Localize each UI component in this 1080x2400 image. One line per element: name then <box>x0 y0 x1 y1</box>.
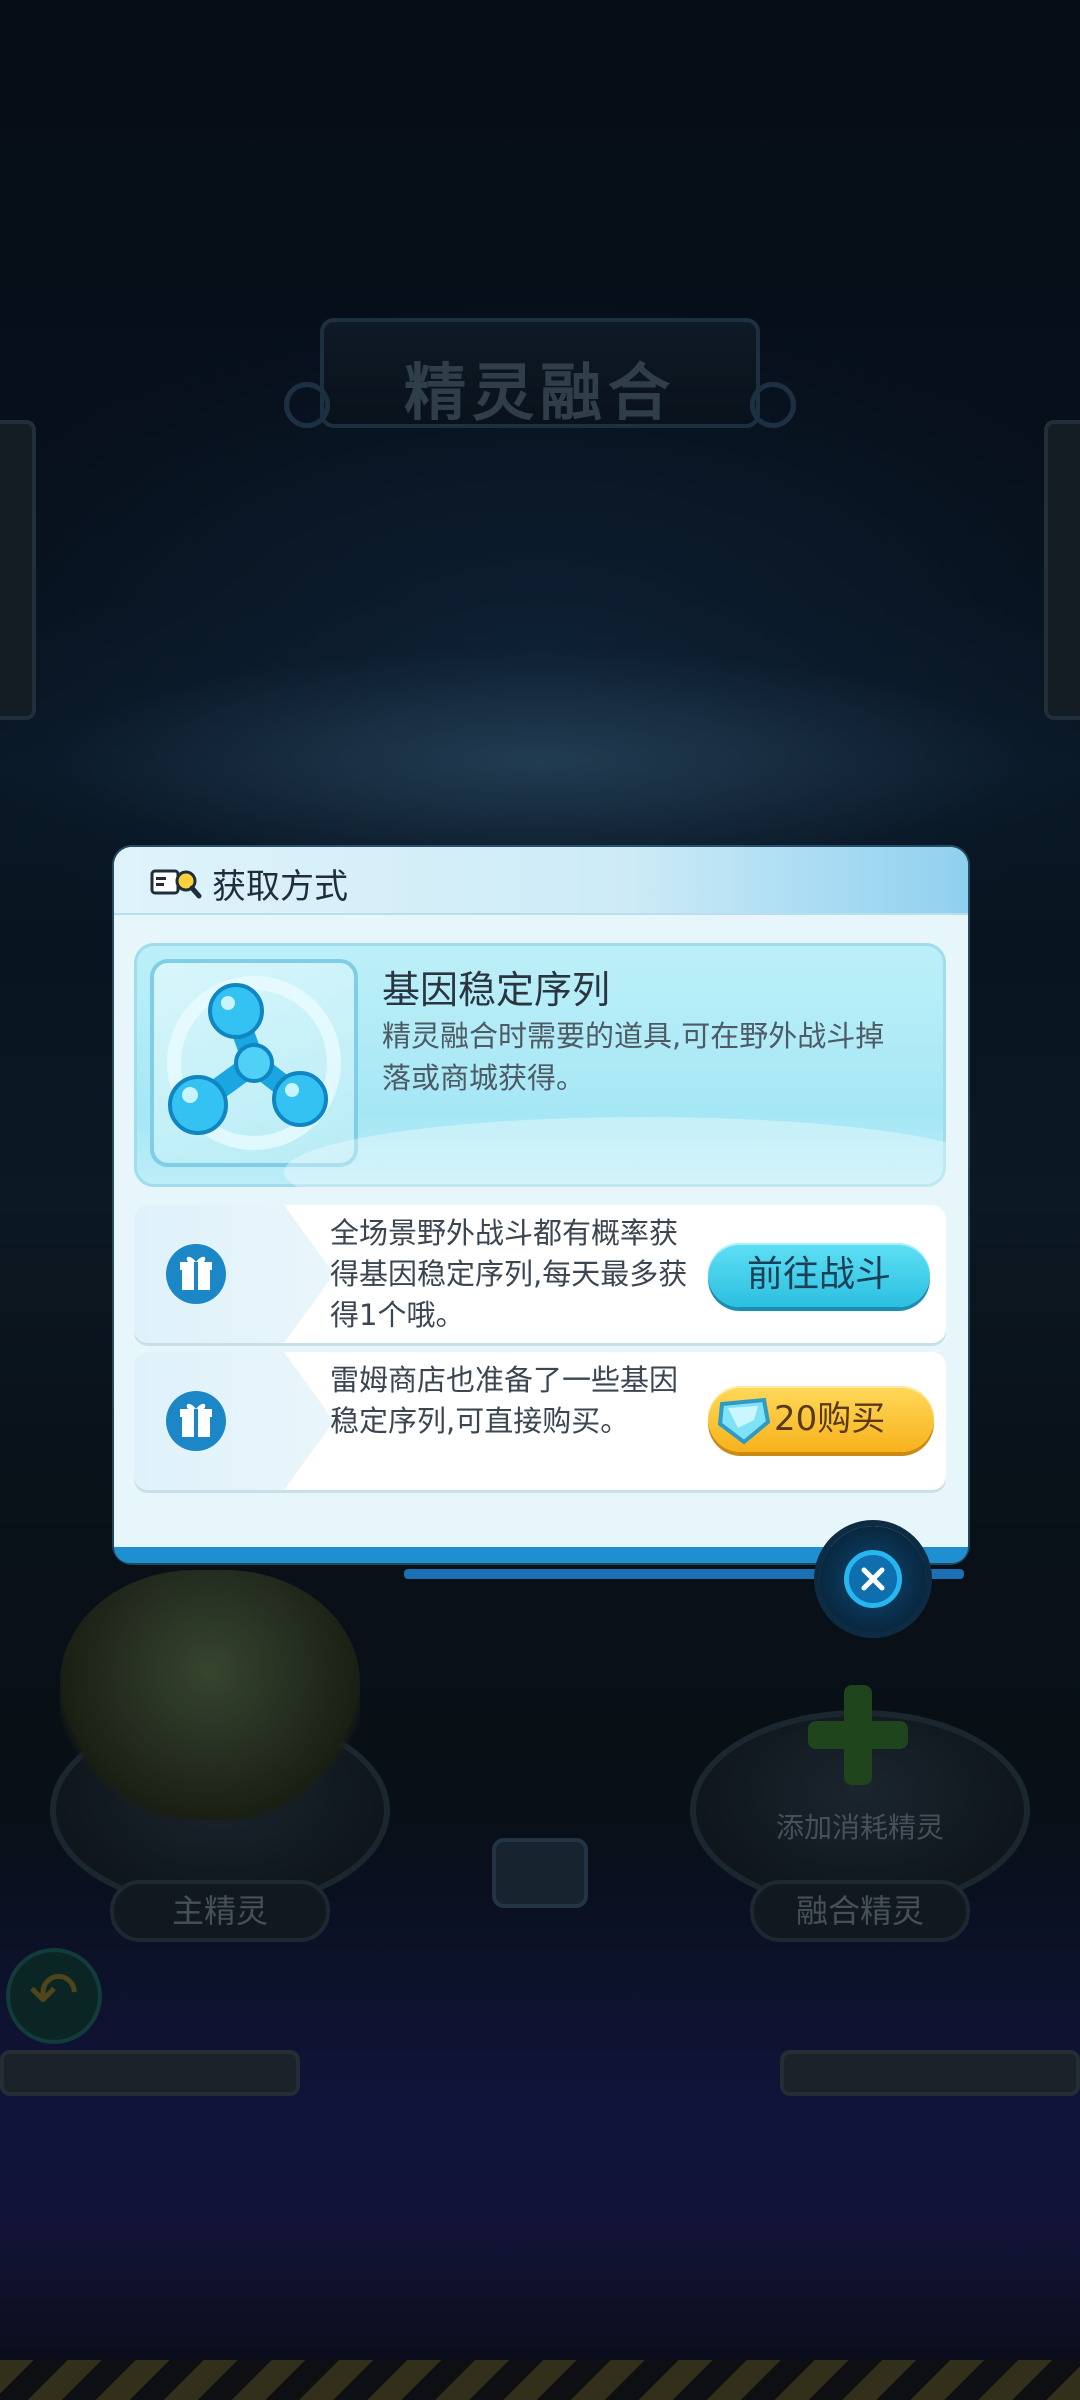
diamond-icon <box>717 1397 771 1445</box>
option-left-panel <box>134 1205 334 1343</box>
option-left-panel <box>134 1352 334 1490</box>
option-battle: 全场景野外战斗都有概率获得基因稳定序列,每天最多获得1个哦。 前往战斗 <box>134 1205 946 1343</box>
search-card-icon <box>150 869 202 899</box>
acquire-method-dialog: 获取方式 基因稳定序列 精灵融合时需要的道具,可在野外战斗掉落或商城获得。 全场… <box>114 847 968 1579</box>
buy-price-and-label: 20购买 <box>774 1386 885 1452</box>
dialog-title: 获取方式 <box>212 867 348 907</box>
buy-label: 购买 <box>817 1399 886 1439</box>
option-shop: 雷姆商店也准备了一些基因稳定序列,可直接购买。 20购买 <box>134 1352 946 1490</box>
gift-icon <box>166 1391 226 1451</box>
gene-sequence-icon <box>167 976 341 1150</box>
item-name: 基因稳定序列 <box>382 968 611 1012</box>
option-battle-text: 全场景野外战斗都有概率获得基因稳定序列,每天最多获得1个哦。 <box>330 1216 688 1332</box>
item-card: 基因稳定序列 精灵融合时需要的道具,可在野外战斗掉落或商城获得。 <box>134 943 946 1187</box>
buy-button[interactable]: 20购买 <box>708 1386 934 1452</box>
buy-price: 20 <box>774 1399 818 1439</box>
gift-icon <box>166 1244 226 1304</box>
close-button[interactable] <box>820 1526 926 1632</box>
dialog-header: 获取方式 <box>114 847 968 915</box>
item-description: 精灵融合时需要的道具,可在野外战斗掉落或商城获得。 <box>382 1019 885 1095</box>
close-icon <box>844 1550 902 1608</box>
item-icon-box <box>150 959 358 1167</box>
option-shop-text: 雷姆商店也准备了一些基因稳定序列,可直接购买。 <box>330 1363 679 1438</box>
go-to-battle-button[interactable]: 前往战斗 <box>708 1243 930 1307</box>
